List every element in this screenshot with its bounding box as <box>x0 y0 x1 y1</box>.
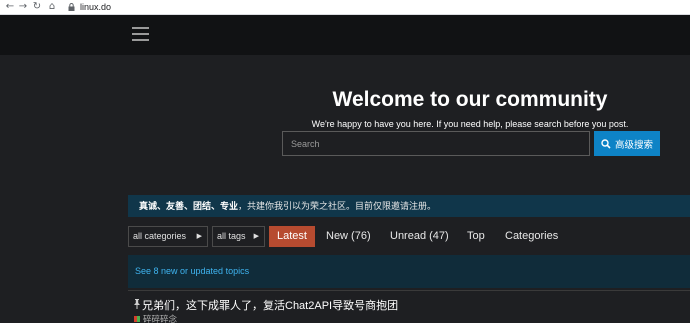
categories-dropdown-label: all categories <box>133 231 187 241</box>
caret-right-icon: ▶ <box>253 233 259 240</box>
search-icon <box>601 138 611 149</box>
hamburger-menu-icon[interactable] <box>132 27 149 42</box>
banner-bold-text: 真诚、友善、团结、专业 <box>139 201 239 211</box>
tab-top[interactable]: Top <box>467 226 485 247</box>
topic-category[interactable]: 碎碎碎念 <box>134 313 177 323</box>
welcome-hero: Welcome to our community We're happy to … <box>0 55 690 195</box>
search-input[interactable] <box>282 131 590 156</box>
category-color-icon <box>134 316 140 322</box>
site-header <box>0 15 690 55</box>
advanced-search-label: 高级搜索 <box>614 139 653 151</box>
topic-divider <box>128 290 690 291</box>
welcome-subtitle: We're happy to have you here. If you nee… <box>311 119 629 129</box>
lock-icon <box>68 3 75 11</box>
address-bar[interactable]: linux.do <box>80 1 111 13</box>
welcome-title: Welcome to our community <box>332 88 608 111</box>
tags-dropdown[interactable]: all tags ▶ <box>212 226 265 247</box>
announcement-banner: 真诚、友善、团结、专业，共建你我引以为荣之社区。目前仅限邀请注册。 <box>128 195 690 217</box>
new-topics-link[interactable]: See 8 new or updated topics <box>135 266 249 276</box>
forward-icon[interactable]: → <box>17 1 29 13</box>
advanced-search-button[interactable]: 高级搜索 <box>594 131 660 156</box>
tags-dropdown-label: all tags <box>217 231 246 241</box>
tab-unread[interactable]: Unread (47) <box>390 226 449 247</box>
reload-icon[interactable]: ↻ <box>31 1 43 13</box>
banner-text: ，共建你我引以为荣之社区。目前仅限邀请注册。 <box>238 201 437 211</box>
topic-title-link[interactable]: 兄弟们，这下成罪人了，复活Chat2API导致号商抱团 <box>132 297 398 313</box>
caret-right-icon: ▶ <box>196 233 202 240</box>
browser-toolbar: ← → ↻ ⌂ linux.do <box>0 0 690 15</box>
categories-dropdown[interactable]: all categories ▶ <box>128 226 208 247</box>
tab-categories[interactable]: Categories <box>505 226 558 247</box>
topic-category-label: 碎碎碎念 <box>143 314 178 323</box>
home-icon[interactable]: ⌂ <box>46 1 58 13</box>
tab-new[interactable]: New (76) <box>326 226 371 247</box>
new-topics-notice[interactable]: See 8 new or updated topics <box>128 255 690 288</box>
back-icon[interactable]: ← <box>4 1 16 13</box>
tab-latest[interactable]: Latest <box>269 226 315 247</box>
